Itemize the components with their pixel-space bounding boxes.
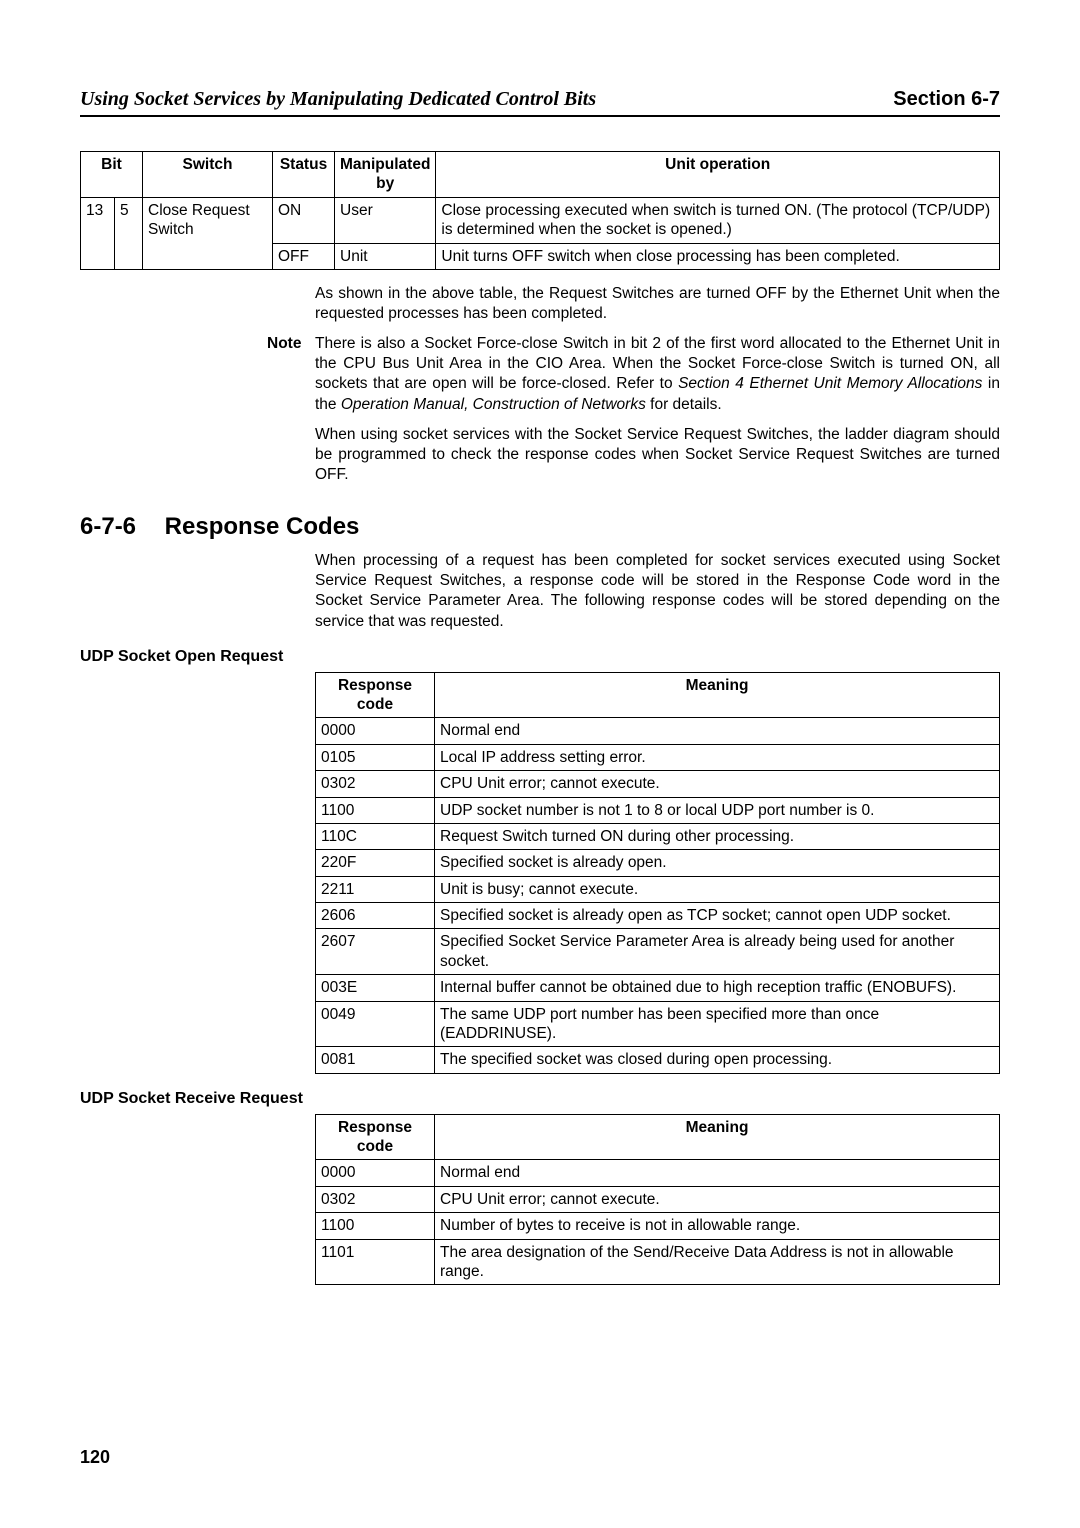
table-row: 1100UDP socket number is not 1 to 8 or l… (316, 797, 1000, 823)
table-row: 0105Local IP address setting error. (316, 744, 1000, 770)
cell-meaning: Local IP address setting error. (435, 744, 1000, 770)
cell-bit1: 13 (81, 197, 115, 269)
udp-open-table: Response code Meaning 0000Normal end 010… (315, 672, 1000, 1074)
switch-table: Bit Switch Status Manipulated by Unit op… (80, 151, 1000, 270)
cell-code: 1100 (316, 797, 435, 823)
paragraph: When using socket services with the Sock… (315, 425, 1000, 485)
paragraph: When processing of a request has been co… (315, 551, 1000, 632)
section-number: 6-7-6 (80, 513, 158, 541)
cell-meaning: UDP socket number is not 1 to 8 or local… (435, 797, 1000, 823)
cell-code: 0000 (316, 718, 435, 744)
cell-meaning: Normal end (435, 718, 1000, 744)
cell-switch: Close Request Switch (143, 197, 273, 269)
cell-meaning: Specified Socket Service Parameter Area … (435, 929, 1000, 975)
note-paragraph: Note There is also a Socket Force-close … (315, 334, 1000, 415)
cell-code: 2607 (316, 929, 435, 975)
cell-status-on: ON (273, 197, 335, 243)
cell-manip-off: Unit (335, 243, 436, 269)
section-heading: 6-7-6 Response Codes (80, 513, 1000, 541)
cell-meaning: Request Switch turned ON during other pr… (435, 823, 1000, 849)
table-row: 0049The same UDP port number has been sp… (316, 1001, 1000, 1047)
cell-meaning: CPU Unit error; cannot execute. (435, 1186, 1000, 1212)
cell-code: 0081 (316, 1047, 435, 1073)
cell-code: 2211 (316, 876, 435, 902)
table-row: 13 5 Close Request Switch ON User Close … (81, 197, 1000, 243)
cell-meaning: CPU Unit error; cannot execute. (435, 771, 1000, 797)
table-row: 2606Specified socket is already open as … (316, 903, 1000, 929)
cell-meaning: Number of bytes to receive is not in all… (435, 1213, 1000, 1239)
table-row: Bit Switch Status Manipulated by Unit op… (81, 152, 1000, 198)
th-code: Response code (316, 1114, 435, 1160)
cell-code: 0000 (316, 1160, 435, 1186)
subheading-udp-open: UDP Socket Open Request (80, 648, 1000, 666)
table-row: 003EInternal buffer cannot be obtained d… (316, 975, 1000, 1001)
header-right: Section 6-7 (893, 88, 1000, 111)
table-row: 0081The specified socket was closed duri… (316, 1047, 1000, 1073)
cell-op-off: Unit turns OFF switch when close process… (436, 243, 1000, 269)
cell-code: 0049 (316, 1001, 435, 1047)
cell-code: 2606 (316, 903, 435, 929)
table-row: 110CRequest Switch turned ON during othe… (316, 823, 1000, 849)
note-ref2: Operation Manual, Construction of Networ… (341, 396, 646, 413)
cell-meaning: The same UDP port number has been specif… (435, 1001, 1000, 1047)
note-text-c: for details. (646, 396, 722, 413)
table-row: Response code Meaning (316, 672, 1000, 718)
table-row: 0000Normal end (316, 718, 1000, 744)
cell-meaning: Normal end (435, 1160, 1000, 1186)
table-row: 0302CPU Unit error; cannot execute. (316, 1186, 1000, 1212)
cell-meaning: Specified socket is already open as TCP … (435, 903, 1000, 929)
table-row: 1101The area designation of the Send/Rec… (316, 1239, 1000, 1285)
cell-code: 0302 (316, 1186, 435, 1212)
table-row: 1100Number of bytes to receive is not in… (316, 1213, 1000, 1239)
paragraph: As shown in the above table, the Request… (315, 284, 1000, 324)
page-header: Using Socket Services by Manipulating De… (80, 88, 1000, 117)
th-op: Unit operation (436, 152, 1000, 198)
cell-meaning: Internal buffer cannot be obtained due t… (435, 975, 1000, 1001)
header-left: Using Socket Services by Manipulating De… (80, 88, 596, 111)
cell-meaning: The specified socket was closed during o… (435, 1047, 1000, 1073)
cell-status-off: OFF (273, 243, 335, 269)
table-row: 0000Normal end (316, 1160, 1000, 1186)
cell-code: 0302 (316, 771, 435, 797)
section-title: Response Codes (165, 513, 360, 540)
table-row: 0302CPU Unit error; cannot execute. (316, 771, 1000, 797)
cell-code: 0105 (316, 744, 435, 770)
cell-code: 1101 (316, 1239, 435, 1285)
cell-meaning: Specified socket is already open. (435, 850, 1000, 876)
table-row: Response code Meaning (316, 1114, 1000, 1160)
cell-op-on: Close processing executed when switch is… (436, 197, 1000, 243)
th-code: Response code (316, 672, 435, 718)
cell-manip-on: User (335, 197, 436, 243)
table-row: 2607Specified Socket Service Parameter A… (316, 929, 1000, 975)
cell-code: 003E (316, 975, 435, 1001)
cell-code: 1100 (316, 1213, 435, 1239)
page: Using Socket Services by Manipulating De… (0, 0, 1080, 1528)
note-ref1: Section 4 Ethernet Unit Memory Allocatio… (678, 375, 982, 392)
table-row: 220FSpecified socket is already open. (316, 850, 1000, 876)
th-switch: Switch (143, 152, 273, 198)
cell-code: 110C (316, 823, 435, 849)
th-status: Status (273, 152, 335, 198)
cell-bit2: 5 (115, 197, 143, 269)
th-meaning: Meaning (435, 1114, 1000, 1160)
subheading-udp-recv: UDP Socket Receive Request (80, 1090, 1000, 1108)
th-meaning: Meaning (435, 672, 1000, 718)
udp-recv-table: Response code Meaning 0000Normal end 030… (315, 1114, 1000, 1286)
th-bit: Bit (81, 152, 143, 198)
cell-code: 220F (316, 850, 435, 876)
note-label: Note (267, 334, 301, 354)
cell-meaning: Unit is busy; cannot execute. (435, 876, 1000, 902)
cell-meaning: The area designation of the Send/Receive… (435, 1239, 1000, 1285)
page-number: 120 (80, 1447, 110, 1468)
th-manip: Manipulated by (335, 152, 436, 198)
table-row: 2211Unit is busy; cannot execute. (316, 876, 1000, 902)
